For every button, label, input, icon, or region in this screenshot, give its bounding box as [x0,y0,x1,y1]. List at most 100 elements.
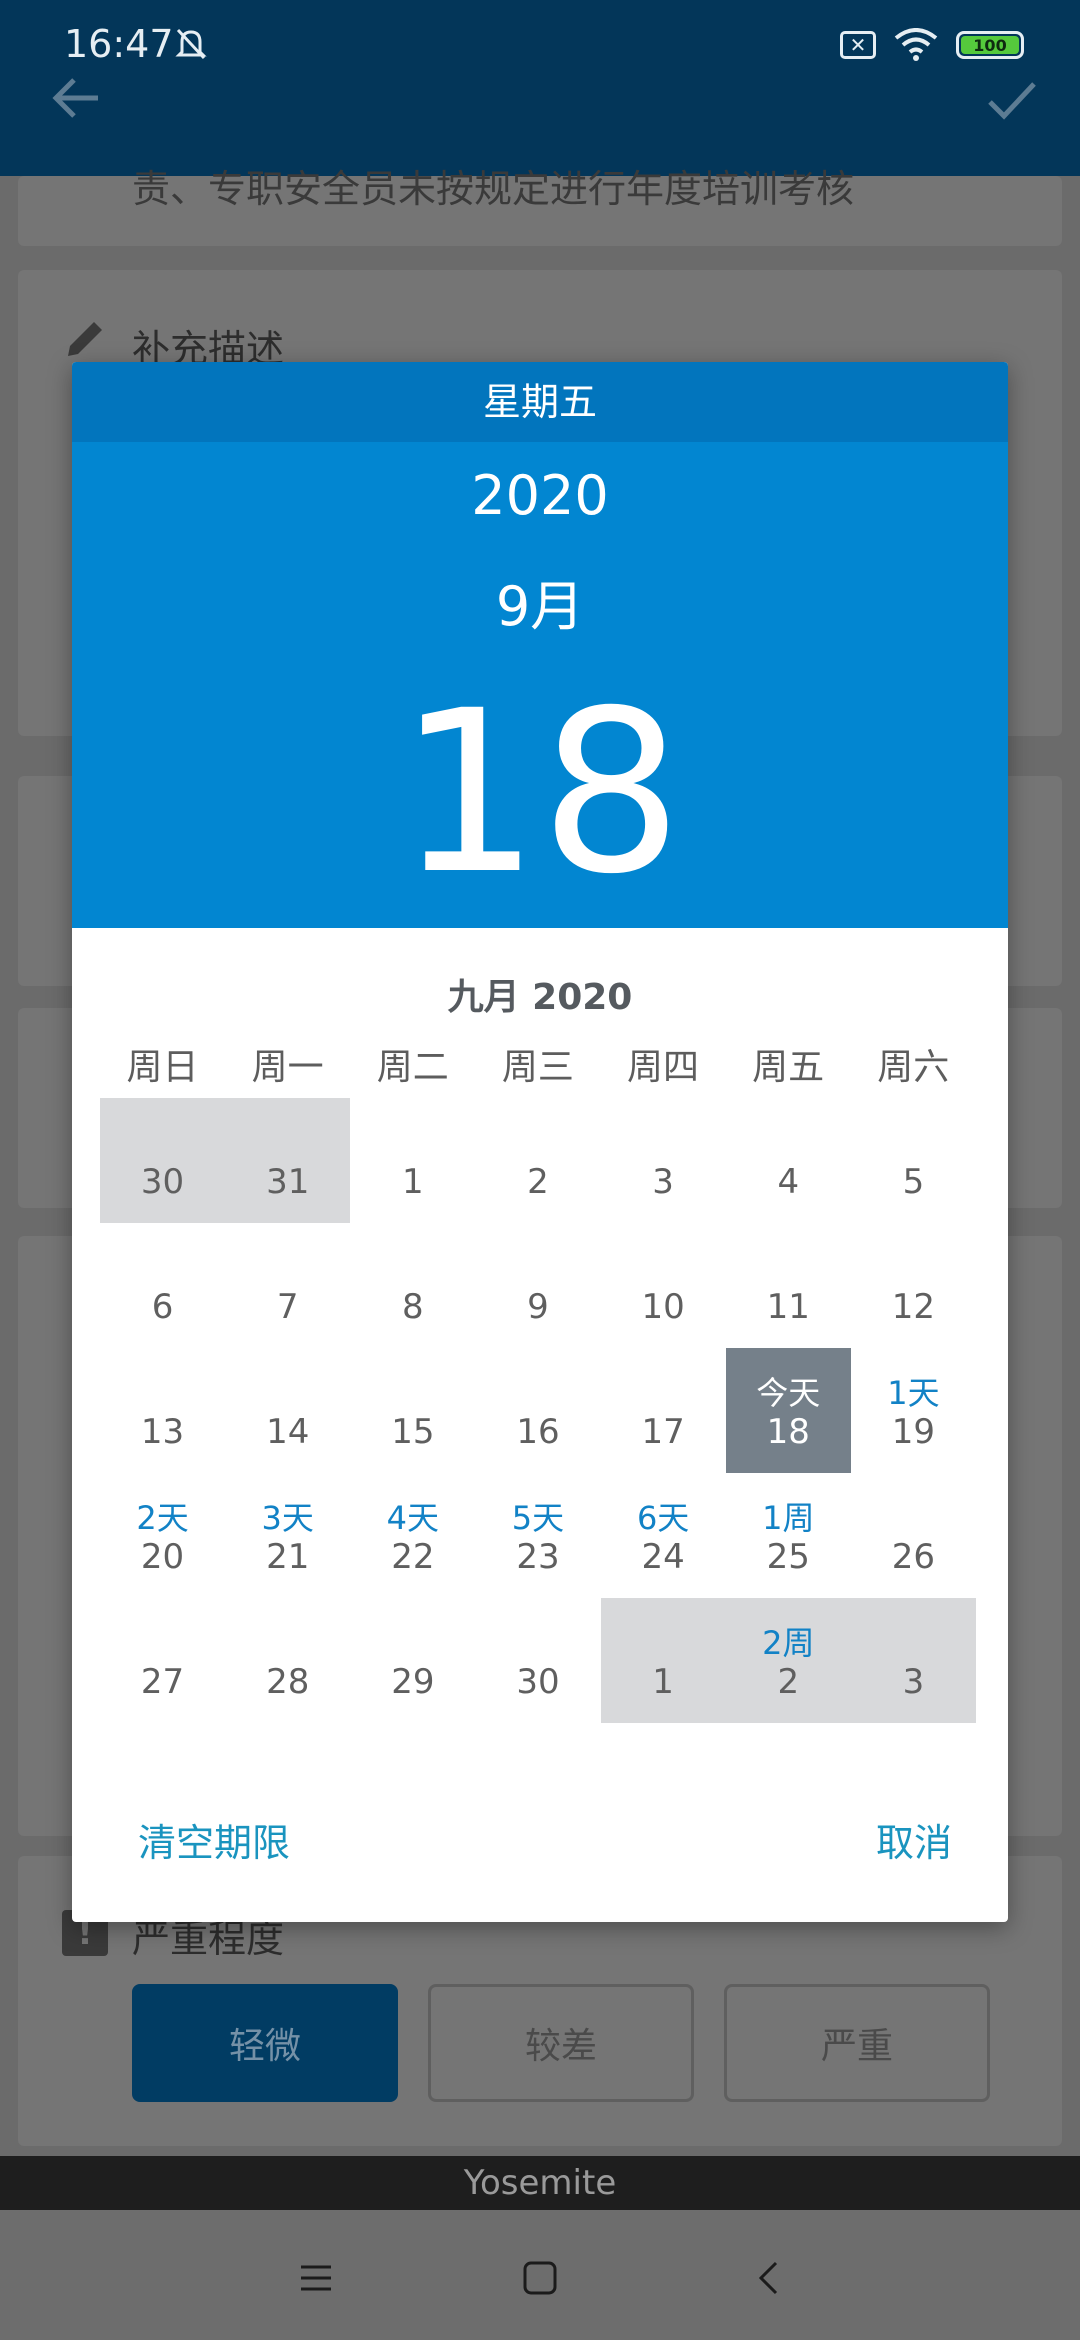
calendar-day[interactable]: 1天 19 [851,1348,976,1473]
clear-deadline-button[interactable]: 清空期限 [138,1812,290,1867]
day-number: 1 [402,1162,424,1202]
day-number: 29 [391,1662,435,1702]
calendar-day[interactable]: 11 [726,1223,851,1348]
calendar-day[interactable]: 28 [225,1598,350,1723]
calendar-day-today[interactable]: 今天 18 [725,1348,851,1473]
weekday-header: 周一 [251,1047,324,1088]
day-number: 4 [777,1162,800,1202]
calendar-day[interactable]: 4 [726,1098,851,1223]
app-header: 16:47 ✕ 100 [0,0,1080,176]
calendar-day[interactable]: 31 [225,1098,351,1223]
calendar-day[interactable]: 6 [100,1223,225,1348]
day-number: 17 [641,1412,685,1452]
day-relative-label: 3天 [261,1499,314,1537]
calendar-day[interactable]: 10 [601,1223,726,1348]
back-arrow-icon[interactable] [48,70,104,126]
day-number: 20 [140,1537,185,1577]
day-relative-label: 4天 [386,1499,440,1537]
day-relative-label: 1周 [762,1499,815,1537]
day-relative-label: 6天 [636,1499,690,1537]
day-number: 27 [140,1662,185,1702]
dialog-actions: 清空期限 取消 [72,1812,1008,1892]
menu-nav-button[interactable] [286,2248,346,2308]
day-relative-label: 1天 [887,1374,940,1412]
home-nav-button[interactable] [510,2248,570,2308]
calendar-day[interactable]: 30 [475,1598,600,1723]
calendar-day[interactable]: 6天 24 [601,1473,726,1598]
calendar-day[interactable]: 8 [350,1223,475,1348]
calendar-day[interactable]: 1 [600,1598,726,1723]
calendar-day[interactable]: 13 [100,1348,225,1473]
day-relative-label: 2周 [762,1624,815,1662]
calendar-day[interactable]: 15 [350,1348,475,1473]
calendar-day[interactable]: 26 [851,1473,976,1598]
calendar-day[interactable]: 5 [851,1098,976,1223]
calendar-day[interactable]: 3 [601,1098,726,1223]
calendar-day[interactable]: 7 [225,1223,350,1348]
day-number: 5 [902,1162,925,1202]
calendar-day[interactable]: 29 [350,1598,475,1723]
day-number: 21 [266,1537,310,1577]
calendar-day[interactable]: 4天 22 [350,1473,475,1598]
day-number: 15 [391,1412,435,1452]
severity-severe-button[interactable]: 严重 [724,1984,990,2102]
day-relative-label: 今天 [756,1374,821,1412]
day-relative-label: 5天 [511,1499,565,1537]
calendar-day[interactable]: 3 [850,1598,976,1723]
back-nav-button[interactable] [738,2248,798,2308]
date-picker-dialog: 星期五 2020 9月 18 九月 2020 周日 周一 周二 周三 周四 周五… [72,362,1008,1922]
day-number: 30 [516,1662,560,1702]
day-number: 26 [891,1537,936,1577]
mute-bell-icon [175,28,207,60]
day-number: 19 [891,1412,936,1452]
calendar-day[interactable]: 2天 20 [100,1473,225,1598]
calendar-day[interactable]: 2 [475,1098,600,1223]
day-number: 2 [777,1662,800,1702]
day-number: 23 [516,1537,560,1577]
system-nav-bar [0,2210,1080,2340]
calendar-day[interactable]: 5天 23 [475,1473,600,1598]
day-number: 3 [652,1162,674,1202]
day-number: 18 [766,1412,810,1452]
severity-mild-button[interactable]: 轻微 [132,1984,398,2102]
menu-icon [301,2265,331,2291]
footer-bar: Yosemite [0,2156,1080,2210]
selected-day: 18 [397,662,683,923]
no-sim-icon: ✕ [840,31,876,59]
status-time: 16:47 [64,22,174,66]
calendar-day[interactable]: 2周 2 [725,1598,851,1723]
back-chevron-icon [758,2261,778,2295]
calendar-day[interactable]: 27 [100,1598,225,1723]
selected-year[interactable]: 2020 [72,464,1008,527]
pencil-icon [68,322,102,356]
calendar-day[interactable]: 3天 21 [225,1473,350,1598]
date-header: 2020 9月 18 [72,442,1008,928]
calendar-day[interactable]: 17 [601,1348,726,1473]
day-number: 25 [766,1537,810,1577]
calendar-day[interactable]: 30 [100,1098,226,1223]
home-square-icon [523,2261,557,2295]
calendar-day[interactable]: 16 [475,1348,600,1473]
calendar-day[interactable]: 12 [851,1223,976,1348]
confirm-check-icon[interactable] [984,72,1040,128]
day-number: 13 [140,1412,185,1452]
selected-month[interactable]: 9月 [72,562,1008,641]
day-number: 9 [527,1287,549,1327]
severity-poor-button[interactable]: 较差 [428,1984,694,2102]
weekday-header: 周三 [501,1047,574,1088]
weekday-header: 周日 [126,1047,199,1088]
day-number: 8 [402,1287,424,1327]
weekday-header: 周四 [627,1047,700,1088]
calendar-day[interactable]: 9 [475,1223,600,1348]
day-number: 3 [902,1662,925,1702]
day-number: 31 [266,1162,310,1202]
calendar-day[interactable]: 1 [350,1098,475,1223]
wifi-icon [894,28,938,61]
calendar-day[interactable]: 14 [225,1348,350,1473]
status-icons: ✕ 100 [840,28,1024,62]
calendar-day[interactable]: 1周 25 [726,1473,851,1598]
weekday-header-row: 周日 周一 周二 周三 周四 周五 周六 [100,1038,976,1090]
weekday-header: 周六 [877,1047,950,1088]
cancel-button[interactable]: 取消 [876,1812,952,1867]
day-number: 16 [516,1412,560,1452]
